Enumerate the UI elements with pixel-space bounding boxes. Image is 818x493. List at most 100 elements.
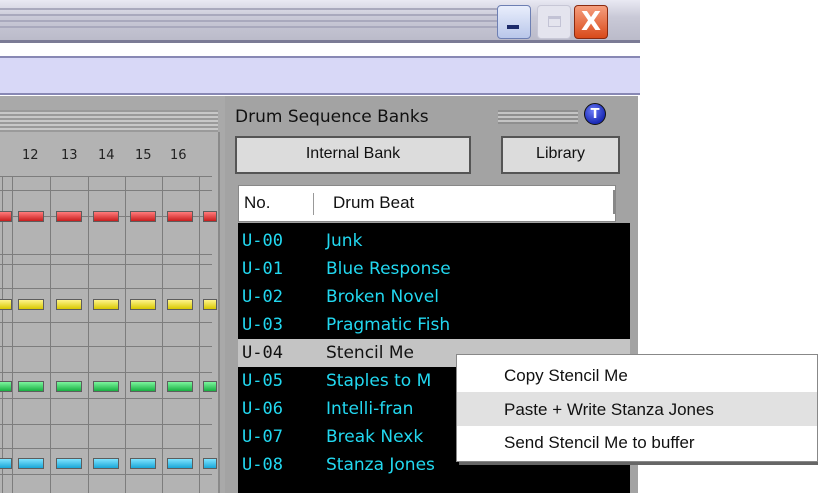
step-number-14: 14 xyxy=(98,148,115,163)
row-number: U-06 xyxy=(242,399,283,419)
step-led-green[interactable] xyxy=(56,381,82,392)
title-bar-stripe xyxy=(0,20,500,22)
grid-line xyxy=(0,288,212,289)
menu-item-paste-write[interactable]: Paste + Write Stanza Jones xyxy=(457,392,817,426)
row-beat-name: Blue Response xyxy=(326,259,451,279)
row-number: U-01 xyxy=(242,259,283,279)
close-icon: X xyxy=(580,7,602,37)
maximize-button[interactable] xyxy=(537,5,571,39)
minimize-button[interactable] xyxy=(497,5,531,39)
step-led-yellow[interactable] xyxy=(56,299,82,310)
row-beat-name: Junk xyxy=(326,231,363,251)
list-header[interactable] xyxy=(238,185,616,222)
step-led-red[interactable] xyxy=(93,211,119,222)
row-number: U-02 xyxy=(242,287,283,307)
column-header-no[interactable]: No. xyxy=(244,193,270,213)
row-beat-name: Pragmatic Fish xyxy=(326,315,451,335)
step-led-red[interactable] xyxy=(203,211,217,222)
list-row[interactable]: U-01 Blue Response xyxy=(238,255,630,283)
step-led-green[interactable] xyxy=(18,381,44,392)
list-row[interactable]: U-02 Broken Novel xyxy=(238,283,630,311)
grid-line xyxy=(0,398,212,399)
step-led-green[interactable] xyxy=(203,381,217,392)
menu-item-send-to-buffer[interactable]: Send Stencil Me to buffer xyxy=(457,425,817,459)
grid-line xyxy=(0,372,212,373)
menu-item-label: Copy Stencil Me xyxy=(504,366,628,385)
grid-line xyxy=(0,346,212,347)
title-bar-edge xyxy=(0,40,640,43)
step-led-blue[interactable] xyxy=(18,458,44,469)
step-led-blue[interactable] xyxy=(167,458,193,469)
grid-line xyxy=(12,176,13,493)
step-number-15: 15 xyxy=(135,148,152,163)
step-led-green[interactable] xyxy=(130,381,156,392)
close-button[interactable]: X xyxy=(574,5,608,39)
grid-line xyxy=(0,176,212,177)
grid-line xyxy=(0,448,212,449)
row-beat-name: Intelli-fran xyxy=(326,399,414,419)
list-row[interactable]: U-03 Pragmatic Fish xyxy=(238,311,630,339)
title-bar-stripe xyxy=(0,8,500,10)
step-led-blue[interactable] xyxy=(203,458,217,469)
column-separator[interactable] xyxy=(313,193,314,215)
toolbar-strip xyxy=(0,56,640,95)
step-number-13: 13 xyxy=(61,148,78,163)
grid-line xyxy=(0,424,212,425)
step-led-red[interactable] xyxy=(0,211,12,222)
menu-item-label: Send Stencil Me to buffer xyxy=(504,433,695,452)
grid-line xyxy=(88,176,89,493)
row-beat-name: Stencil Me xyxy=(326,343,415,363)
step-led-red[interactable] xyxy=(56,211,82,222)
step-led-green[interactable] xyxy=(93,381,119,392)
row-beat-name: Break Nexk xyxy=(326,427,424,447)
step-led-red[interactable] xyxy=(130,211,156,222)
grid-header-rule xyxy=(0,110,218,132)
menu-item-copy[interactable]: Copy Stencil Me xyxy=(457,358,817,392)
step-led-green[interactable] xyxy=(0,381,12,392)
row-number: U-05 xyxy=(242,371,283,391)
step-led-yellow[interactable] xyxy=(18,299,44,310)
grid-line xyxy=(0,254,212,255)
step-led-blue[interactable] xyxy=(56,458,82,469)
grid-line xyxy=(0,322,212,323)
grid-line xyxy=(0,190,212,191)
library-button[interactable]: Library xyxy=(501,136,620,174)
grid-line xyxy=(125,176,126,493)
bank-title-rule xyxy=(498,110,578,124)
column-separator[interactable] xyxy=(613,190,615,214)
step-number-12: 12 xyxy=(22,148,39,163)
step-led-yellow[interactable] xyxy=(93,299,119,310)
row-number: U-03 xyxy=(242,315,283,335)
list-row[interactable]: U-00 Junk xyxy=(238,227,630,255)
title-bar-stripe xyxy=(0,14,500,16)
row-beat-name: Broken Novel xyxy=(326,287,439,307)
grid-line xyxy=(162,176,163,493)
row-number: U-04 xyxy=(242,343,283,363)
step-led-red[interactable] xyxy=(167,211,193,222)
step-led-green[interactable] xyxy=(167,381,193,392)
menu-item-label: Paste + Write Stanza Jones xyxy=(504,400,714,419)
info-badge-icon[interactable]: T xyxy=(584,103,606,125)
step-led-yellow[interactable] xyxy=(203,299,217,310)
title-bar[interactable]: X xyxy=(0,0,640,43)
row-number: U-08 xyxy=(242,455,283,475)
step-grid-panel xyxy=(0,132,220,493)
step-led-yellow[interactable] xyxy=(130,299,156,310)
step-led-yellow[interactable] xyxy=(167,299,193,310)
step-led-blue[interactable] xyxy=(93,458,119,469)
row-number: U-00 xyxy=(242,231,283,251)
minimize-icon xyxy=(507,25,519,29)
grid-line xyxy=(2,176,3,493)
grid-line xyxy=(50,176,51,493)
step-led-red[interactable] xyxy=(18,211,44,222)
maximize-icon xyxy=(548,16,561,27)
step-led-yellow[interactable] xyxy=(0,299,12,310)
column-header-drum-beat[interactable]: Drum Beat xyxy=(333,193,414,213)
internal-bank-button[interactable]: Internal Bank xyxy=(235,136,471,174)
step-led-blue[interactable] xyxy=(130,458,156,469)
grid-line xyxy=(0,474,212,475)
step-led-blue[interactable] xyxy=(0,458,12,469)
step-number-16: 16 xyxy=(170,148,187,163)
row-beat-name: Staples to M xyxy=(326,371,432,391)
title-bar-stripe xyxy=(0,26,500,28)
